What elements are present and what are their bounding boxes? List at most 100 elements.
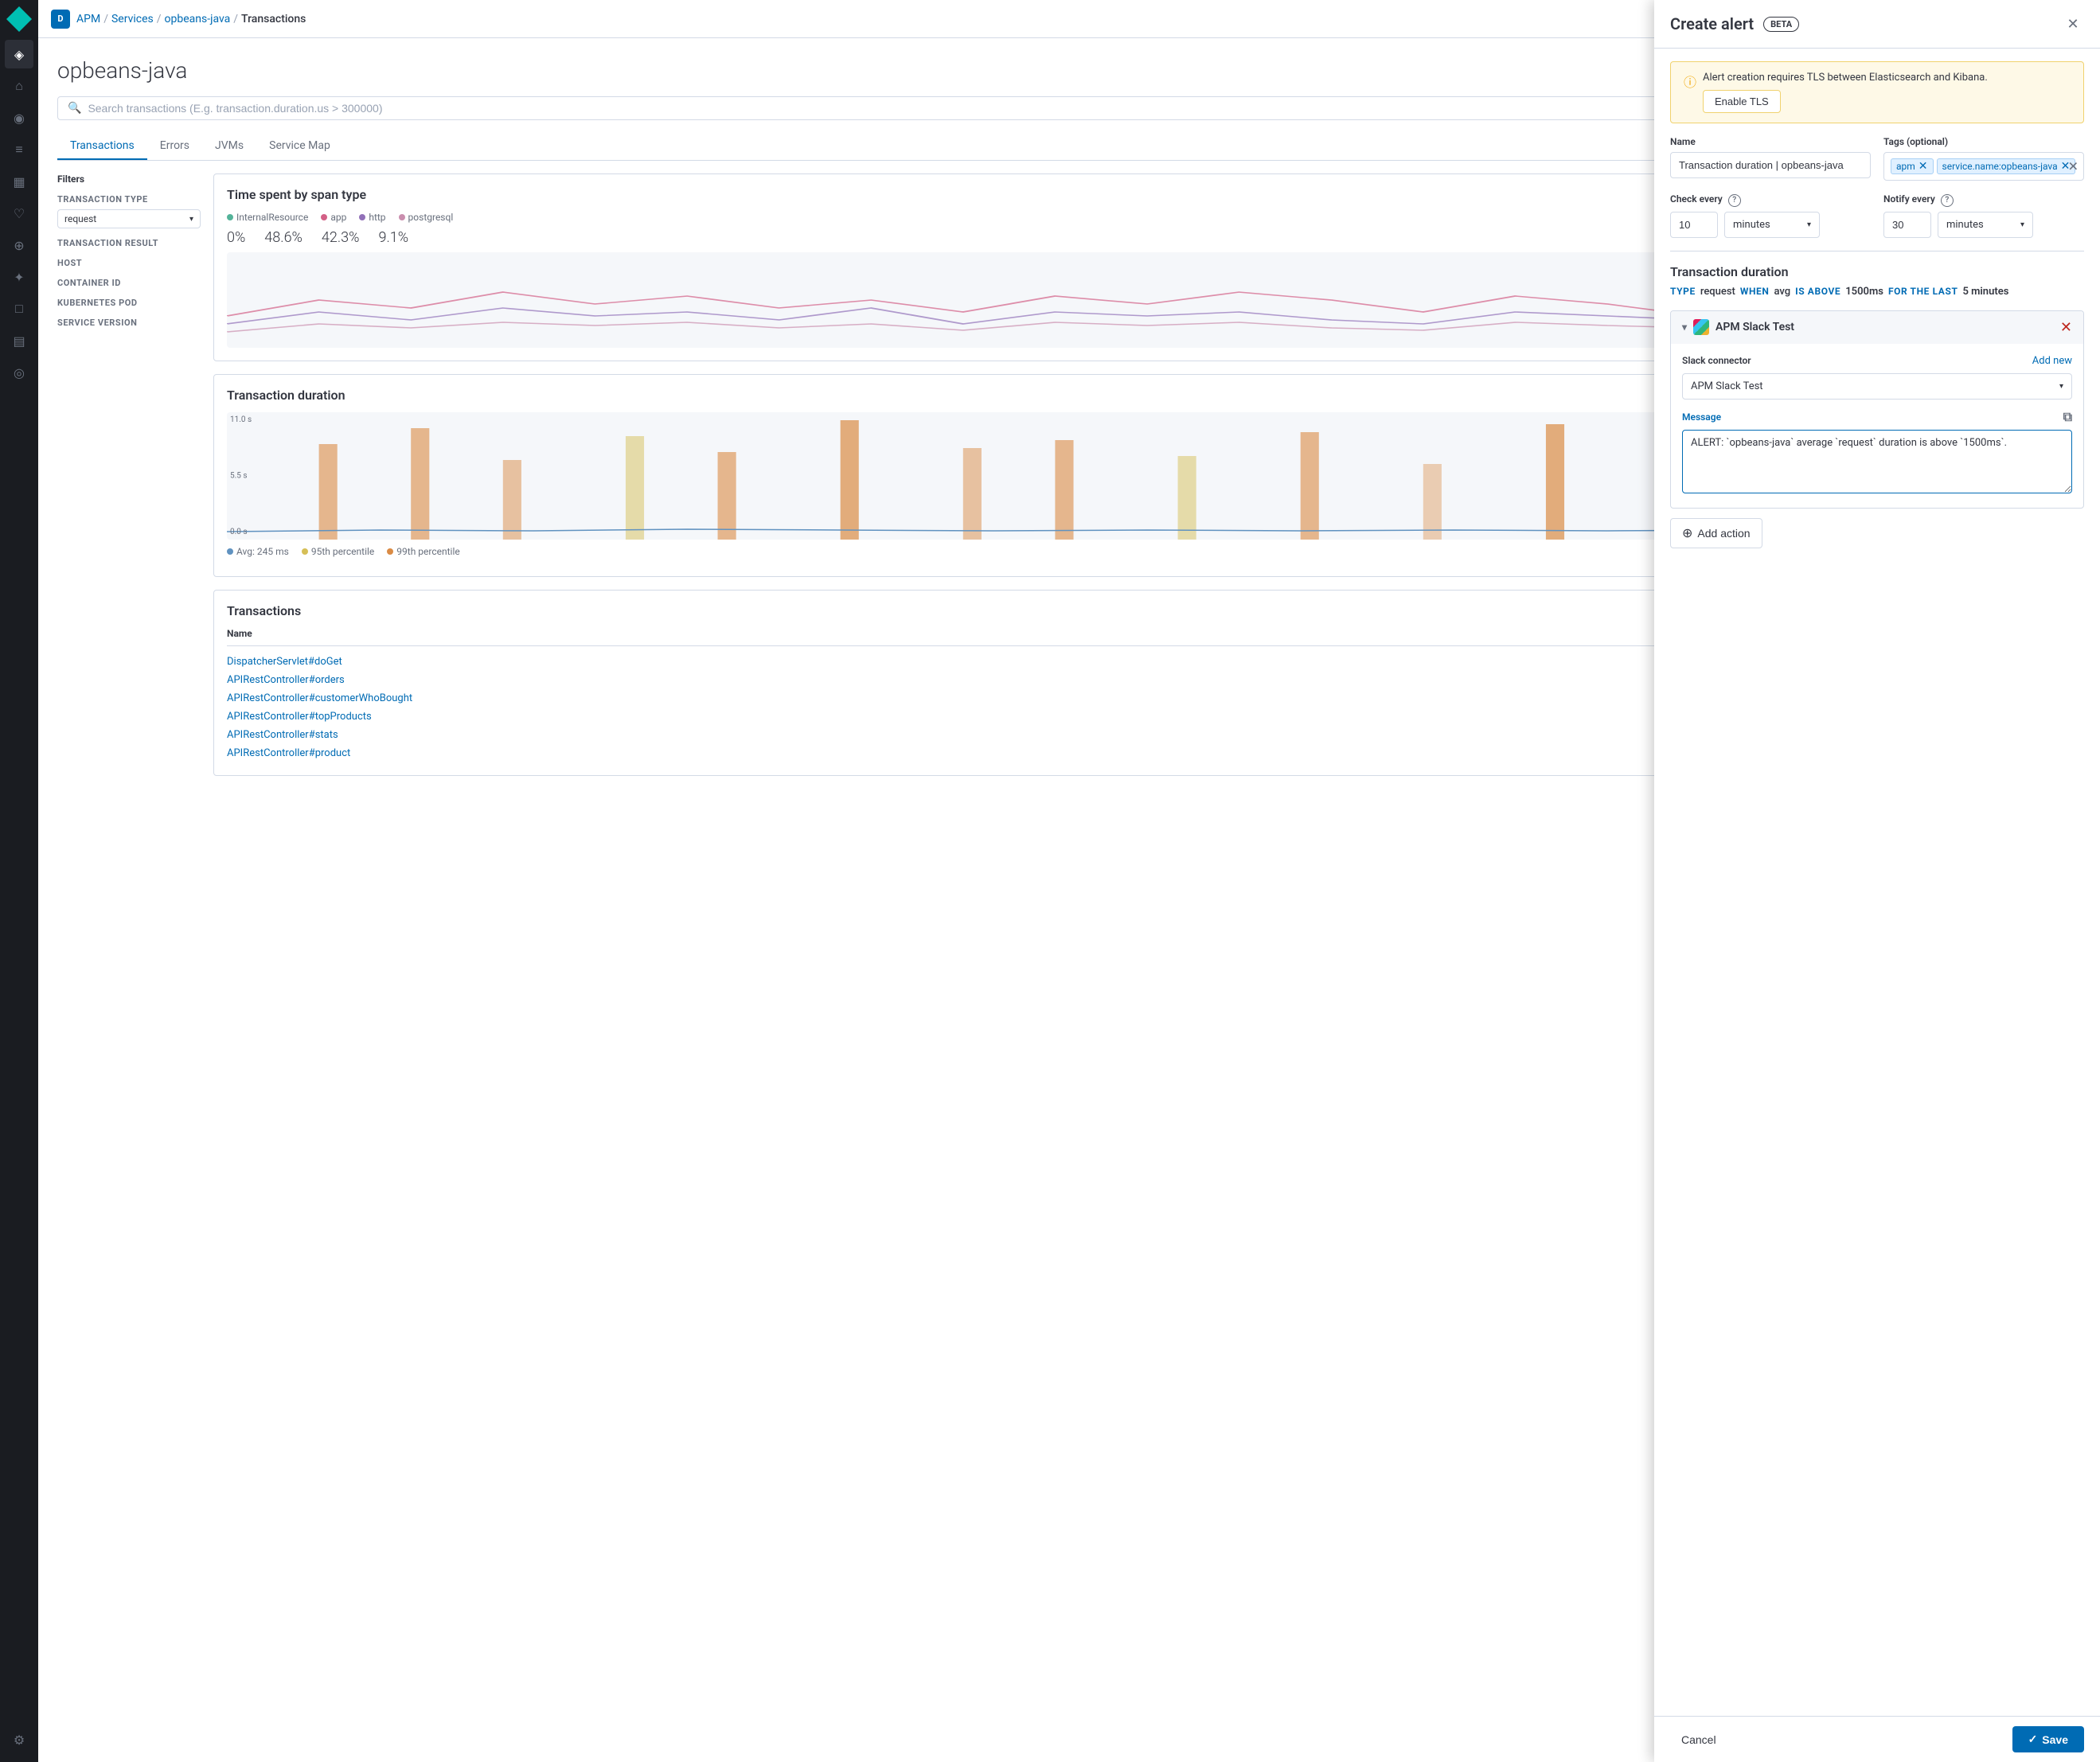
sidebar-item-canvas[interactable]: □ [5,294,33,323]
legend-http: http [359,212,385,223]
check-notify-row: Check every ? minutes ▾ Notify every ? [1670,193,2084,238]
alert-panel: Create alert BETA ✕ ⓘ Alert creation req… [1654,0,2100,1762]
filter-label-version: SERVICE VERSION [57,318,201,328]
app-icon: D [51,10,70,29]
connector-select[interactable]: APM Slack Test ▾ [1682,373,2072,400]
breadcrumb-apm[interactable]: APM [76,13,100,25]
add-new-connector-link[interactable]: Add new [2032,355,2072,367]
duration-y-min: 0.0 s [230,528,248,536]
legend-internal: InternalResource [227,212,308,223]
legend-dot-postgresql [399,214,405,220]
panel-title: Create alert BETA [1670,14,1799,33]
check-every-unit-select[interactable]: minutes ▾ [1724,212,1820,238]
breadcrumb-sep-2: / [157,13,162,25]
tag-apm-remove[interactable]: ✕ [1918,161,1928,172]
name-label: Name [1670,136,1871,147]
type-value: request [1700,286,1735,298]
sidebar-item-observability[interactable]: ◉ [5,103,33,132]
slack-icon [1693,319,1709,335]
sidebar-item-ml[interactable]: ✦ [5,263,33,291]
is-above-label: IS ABOVE [1795,286,1840,297]
notify-every-label: Notify every ? [1883,193,2084,207]
breadcrumb-sep-3: / [233,13,238,25]
check-every-chevron-icon: ▾ [1807,220,1811,229]
filters-panel: Filters TRANSACTION TYPE request▾ TRANSA… [57,173,201,776]
panel-body: ⓘ Alert creation requires TLS between El… [1654,49,2100,1716]
breadcrumb-service-name[interactable]: opbeans-java [165,13,231,25]
tab-service-map[interactable]: Service Map [256,133,343,160]
message-textarea[interactable]: ALERT: `opbeans-java` average `request` … [1682,430,2072,493]
check-every-info-icon: ? [1728,194,1741,207]
action-card: ▾ APM Slack Test ✕ Slack connector Add n… [1670,310,2084,509]
connector-label: Slack connector [1682,355,1751,366]
legend-app: app [321,212,346,223]
notify-every-input[interactable] [1883,212,1931,238]
beta-badge: BETA [1763,17,1799,32]
check-every-input[interactable] [1670,212,1718,238]
filters-title: Filters [57,173,201,185]
sidebar-item-discover[interactable]: ◎ [5,358,33,387]
sidebar-item-apm[interactable]: ◈ [5,40,33,68]
collapse-arrow-icon[interactable]: ▾ [1682,322,1687,333]
duration-section: Transaction duration TYPE request WHEN a… [1670,264,2084,298]
legend-dot-http [359,214,365,220]
action-delete-button[interactable]: ✕ [2060,319,2072,336]
filter-label-host: HOST [57,258,201,268]
breadcrumb-services[interactable]: Services [111,13,154,25]
span-val-2: 42.3% [322,229,360,246]
notify-every-chevron-icon: ▾ [2020,220,2024,229]
breadcrumb-current: Transactions [241,13,306,25]
sidebar-item-logs[interactable]: ≡ [5,135,33,164]
message-label-row: Message ⧉ [1682,409,2072,425]
sidebar-item-dashboard[interactable]: ▤ [5,326,33,355]
legend-dot-avg [227,548,233,555]
sidebar-item-maps[interactable]: ⊕ [5,231,33,259]
name-input[interactable] [1670,152,1871,178]
tab-errors[interactable]: Errors [147,133,202,160]
enable-tls-button[interactable]: Enable TLS [1703,90,1781,113]
sidebar-item-uptime[interactable]: ♡ [5,199,33,228]
legend-dot-internal [227,214,233,220]
legend-dot-99th [387,548,393,555]
legend-95th: 95th percentile [302,546,374,557]
span-val-0: 0% [227,229,245,246]
for-the-last-label: FOR THE LAST [1888,286,1958,297]
duration-value: 5 minutes [1962,286,2008,298]
legend-99th: 99th percentile [387,546,459,557]
tags-clear-button[interactable]: ✕ [2068,159,2079,174]
copy-template-icon[interactable]: ⧉ [2063,409,2072,425]
search-icon: 🔍 [68,102,81,115]
filter-select-type[interactable]: request▾ [57,209,201,228]
check-every-label: Check every ? [1670,193,1871,207]
name-tags-row: Name Tags (optional) apm ✕ service.name:… [1670,136,2084,181]
tab-jvms[interactable]: JVMs [202,133,256,160]
condition-row: TYPE request WHEN avg IS ABOVE 1500ms FO… [1670,286,2084,298]
when-label: WHEN [1740,286,1770,297]
save-button[interactable]: ✓ Save [2012,1726,2084,1752]
filter-label-k8s: KUBERNETES POD [57,298,201,308]
notify-every-info-icon: ? [1941,194,1954,207]
type-label: TYPE [1670,286,1696,297]
span-val-1: 48.6% [264,229,303,246]
legend-avg: Avg: 245 ms [227,546,289,557]
action-card-body: Slack connector Add new APM Slack Test ▾… [1671,344,2083,508]
filter-label-type: TRANSACTION TYPE [57,194,201,205]
name-col: Name [1670,136,1871,181]
when-value: avg [1774,286,1790,298]
sidebar-item-home[interactable]: ⌂ [5,72,33,100]
tags-wrapper[interactable]: apm ✕ service.name:opbeans-java ✕ ✕ [1883,152,2084,181]
cancel-button[interactable]: Cancel [1670,1727,1727,1752]
app-logo[interactable] [6,6,32,32]
notify-every-input-group: minutes ▾ [1883,212,2084,238]
tls-warning-text: Alert creation requires TLS between Elas… [1703,72,1988,84]
close-button[interactable]: ✕ [2062,13,2084,35]
notify-every-unit-select[interactable]: minutes ▾ [1938,212,2033,238]
tag-service-name: service.name:opbeans-java ✕ [1937,158,2076,174]
sidebar-item-metrics[interactable]: ▦ [5,167,33,196]
add-action-button[interactable]: ⊕ Add action [1670,518,1762,548]
tab-transactions[interactable]: Transactions [57,133,147,160]
plus-icon: ⊕ [1682,525,1692,541]
legend-postgresql: postgresql [399,212,454,223]
breadcrumb-sep-1: / [103,13,108,25]
sidebar-item-settings[interactable]: ⚙ [5,1725,33,1754]
